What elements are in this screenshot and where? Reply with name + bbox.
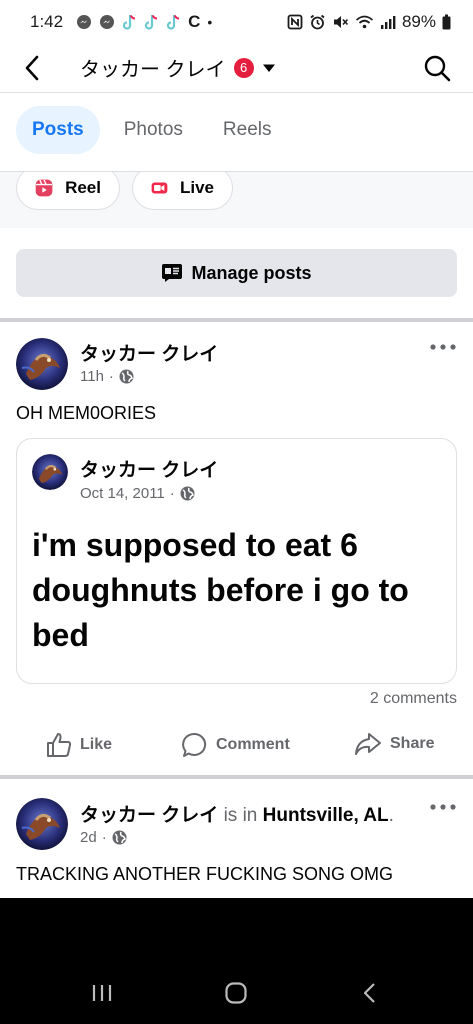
- tiktok-icon: [144, 14, 159, 31]
- status-left: 1:42 C •: [30, 12, 212, 32]
- recents-button[interactable]: [82, 978, 122, 1008]
- create-strip: Reel Live: [0, 172, 473, 228]
- content-tabs: Posts Photos Reels: [16, 106, 287, 154]
- section-separator: [0, 318, 473, 322]
- like-button[interactable]: Like: [46, 732, 112, 758]
- system-back-button[interactable]: [350, 978, 390, 1008]
- back-button[interactable]: [18, 50, 46, 86]
- manage-posts-label: Manage posts: [191, 262, 312, 283]
- tab-posts[interactable]: Posts: [16, 106, 100, 154]
- location-link[interactable]: Huntsville, AL: [263, 805, 389, 826]
- home-button[interactable]: [216, 978, 256, 1008]
- messenger-icon: [99, 14, 115, 30]
- post-separator: [0, 775, 473, 779]
- header-title: タッカー クレイ: [80, 59, 226, 81]
- alarm-icon: [309, 14, 326, 30]
- tab-photos[interactable]: Photos: [108, 106, 199, 154]
- search-button[interactable]: [421, 52, 453, 84]
- manage-section: Manage posts: [0, 228, 473, 318]
- post-header-line: タッカー クレイ is in Huntsville, AL.: [80, 800, 394, 827]
- tiktok-icon: [122, 14, 137, 31]
- live-video-icon: [151, 182, 168, 194]
- tiktok-icon: [166, 14, 181, 31]
- is-in-text: is in: [223, 805, 258, 826]
- manage-posts-icon: [162, 264, 183, 282]
- status-time: 1:42: [30, 12, 64, 31]
- shared-post-text: i'm supposed to eat 6 doughnuts before i…: [32, 527, 409, 653]
- comment-icon: [182, 732, 207, 757]
- search-icon: [424, 55, 451, 82]
- caret-down-icon: [262, 64, 275, 72]
- home-icon: [225, 982, 247, 1004]
- reel-button[interactable]: Reel: [16, 172, 120, 210]
- profile-name-dropdown[interactable]: タッカー クレイ 6: [80, 53, 276, 82]
- nfc-icon: [287, 14, 303, 30]
- shared-date[interactable]: Oct 14, 2011: [80, 485, 165, 502]
- post-meta: 2d ·: [80, 829, 127, 846]
- like-icon: [47, 733, 72, 757]
- more-horizontal-icon: [430, 804, 456, 810]
- shared-avatar[interactable]: [32, 454, 68, 490]
- reel-label: Reel: [65, 178, 101, 197]
- dot-icon: •: [207, 14, 213, 30]
- messenger-icon: [76, 14, 92, 30]
- mute-icon: [332, 14, 349, 30]
- battery-percent: 89%: [401, 12, 436, 31]
- post-author[interactable]: タッカー クレイ: [80, 805, 218, 826]
- shared-author[interactable]: タッカー クレイ: [80, 455, 218, 482]
- status-bar: 1:42 C • 89%: [0, 0, 473, 44]
- comment-button[interactable]: Comment: [182, 732, 290, 758]
- reel-icon: [35, 179, 53, 197]
- meta-separator: ·: [101, 829, 107, 846]
- post-options-button[interactable]: [427, 337, 459, 357]
- avatar-image: [16, 338, 68, 390]
- live-button[interactable]: Live: [132, 172, 233, 210]
- c-app-icon: C: [188, 12, 201, 31]
- system-back-icon: [363, 983, 375, 1003]
- comments-count[interactable]: 2 comments: [370, 690, 457, 708]
- meta-separator: ·: [108, 368, 114, 385]
- avatar-image: [16, 798, 68, 850]
- post-time[interactable]: 2d: [80, 829, 97, 846]
- recents-icon: [92, 985, 112, 1001]
- shared-memory-card[interactable]: タッカー クレイ Oct 14, 2011 · i'm supposed to …: [16, 438, 457, 684]
- post-text: TRACKING ANOTHER FUCKING SONG OMG: [16, 864, 394, 884]
- post-actions: Like Comment Share: [0, 728, 473, 768]
- meta-separator: ·: [169, 485, 175, 502]
- globe-icon: [119, 369, 134, 384]
- avatar[interactable]: [16, 338, 68, 390]
- more-horizontal-icon: [430, 344, 456, 350]
- avatar-image: [32, 454, 68, 490]
- like-label: Like: [80, 736, 113, 753]
- header-divider: [0, 92, 473, 93]
- post-options-button[interactable]: [427, 797, 459, 817]
- battery-icon: [442, 14, 451, 30]
- manage-posts-button[interactable]: Manage posts: [16, 249, 457, 297]
- signal-icon: [380, 14, 396, 30]
- post-text: OH MEM0ORIES: [16, 403, 157, 423]
- tab-reels[interactable]: Reels: [207, 106, 288, 154]
- live-label: Live: [179, 178, 214, 197]
- post-meta: 11h ·: [80, 368, 134, 385]
- globe-icon: [180, 486, 195, 501]
- globe-icon: [112, 830, 127, 845]
- comment-label: Comment: [216, 736, 290, 753]
- post-time[interactable]: 11h: [80, 368, 104, 385]
- avatar[interactable]: [16, 798, 68, 850]
- shared-meta: Oct 14, 2011 ·: [80, 485, 195, 502]
- share-button[interactable]: Share: [354, 732, 434, 756]
- share-icon: [355, 733, 381, 755]
- post-author[interactable]: タッカー クレイ: [80, 339, 218, 366]
- location-period: .: [388, 805, 394, 826]
- notification-badge: 6: [233, 57, 254, 78]
- system-nav-bar: [0, 898, 473, 1024]
- profile-header: タッカー クレイ 6: [0, 44, 473, 92]
- share-label: Share: [390, 735, 435, 752]
- wifi-icon: [355, 14, 374, 30]
- status-right: 89%: [287, 12, 451, 32]
- back-arrow-icon: [25, 55, 39, 81]
